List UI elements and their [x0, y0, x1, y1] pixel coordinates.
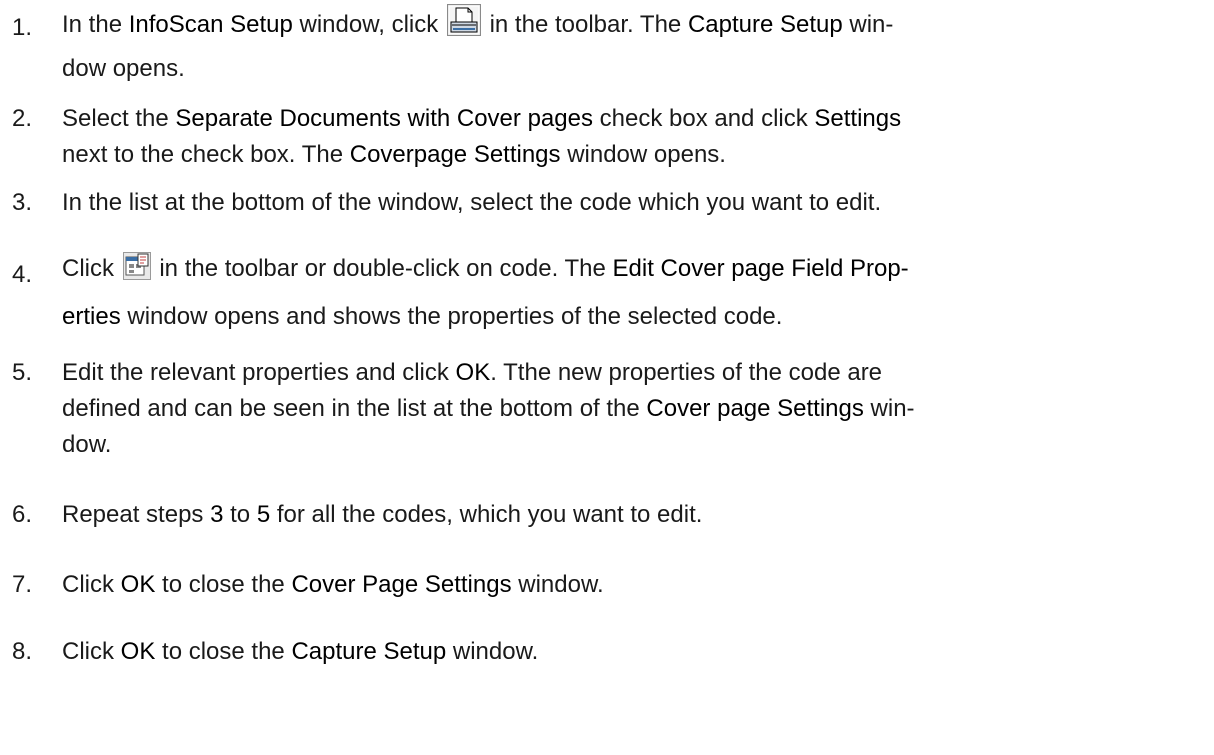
text-run: next to the check box. The	[62, 141, 350, 168]
step-line: next to the check box. The Coverpage Set…	[62, 137, 1214, 173]
button-name: OK	[455, 359, 491, 386]
step-text: In the list at the bottom of the window,…	[62, 189, 882, 216]
text-run: Select the	[62, 105, 176, 132]
text-run: check box and click	[592, 105, 815, 132]
window-name: Edit Cover page Field Prop-	[612, 255, 909, 282]
step-number: 4.	[12, 261, 33, 288]
step-text: Repeat steps 3 to 5 for all the codes, w…	[62, 497, 1214, 533]
step-line: Click in the toolbar or double-click on …	[62, 251, 1214, 287]
window-name: Cover Page Settings	[291, 571, 512, 598]
step-number: 3.	[12, 189, 33, 216]
button-name: OK	[120, 571, 156, 598]
text-run: Click	[62, 255, 121, 282]
text-run: for all the codes, which you want to edi…	[270, 501, 703, 528]
text-run: . Tthe new properties of the code are	[490, 359, 883, 386]
text-run: to close the	[155, 571, 292, 598]
text-run: to close the	[155, 638, 292, 665]
step-reference: 5	[256, 501, 271, 528]
text-run: Repeat steps	[62, 501, 211, 528]
text-run: In the	[62, 11, 129, 38]
text-run: Click	[62, 571, 121, 598]
window-name: Capture Setup	[291, 638, 447, 665]
window-name: erties	[62, 303, 121, 330]
step-line: defined and can be seen in the list at t…	[62, 391, 1214, 427]
step-line: Edit the relevant properties and click O…	[62, 355, 1214, 391]
step-line: erties window opens and shows the proper…	[62, 299, 1214, 335]
text-run: window.	[511, 571, 604, 598]
step-text: In the InfoScan Setup window, click in t…	[62, 4, 1214, 87]
text-run: to	[223, 501, 257, 528]
step-number: 8.	[12, 638, 33, 665]
window-name: InfoScan Setup	[128, 11, 293, 38]
step-number: 7.	[12, 571, 33, 598]
step-number: 1.	[12, 14, 33, 41]
button-name: Settings	[814, 105, 902, 132]
step-reference: 3	[210, 501, 224, 528]
text-run: window opens.	[560, 141, 726, 168]
properties-icon	[122, 252, 151, 280]
step-number: 2.	[12, 105, 33, 132]
step-number: 6.	[12, 501, 33, 528]
text-run: defined and can be seen in the list at t…	[62, 395, 647, 422]
step-text: Click OK to close the Capture Setup wind…	[62, 634, 1214, 670]
text-run: win-	[842, 11, 894, 38]
window-name: Coverpage Settings	[349, 141, 561, 168]
text-run: in the toolbar. The	[482, 11, 688, 38]
step-line: dow.	[62, 431, 112, 458]
window-name: Cover page Settings	[646, 395, 864, 422]
step-text: Select the Separate Documents with Cover…	[62, 101, 1214, 173]
step-line: Select the Separate Documents with Cover…	[62, 101, 1214, 137]
step-number: 5.	[12, 359, 33, 386]
window-name: Capture Setup	[687, 11, 843, 38]
text-run: in the toolbar or double-click on code. …	[152, 255, 613, 282]
step-text: Edit the relevant properties and click O…	[62, 355, 1214, 463]
step-text: Click in the toolbar or double-click on …	[62, 251, 1214, 335]
text-run: Edit the relevant properties and click	[62, 359, 456, 386]
step-line: In the InfoScan Setup window, click in t…	[62, 4, 1214, 43]
step-text: Click OK to close the Cover Page Setting…	[62, 567, 1214, 603]
text-run: win-	[863, 395, 915, 422]
step-line: dow opens.	[62, 55, 185, 82]
text-run: window.	[446, 638, 539, 665]
text-run: window opens and shows the properties of…	[120, 303, 783, 330]
option-name: Separate Documents with Cover pages	[175, 105, 593, 132]
scanner-icon	[446, 4, 481, 36]
button-name: OK	[120, 638, 156, 665]
text-run: window, click	[292, 11, 445, 38]
text-run: Click	[62, 638, 121, 665]
